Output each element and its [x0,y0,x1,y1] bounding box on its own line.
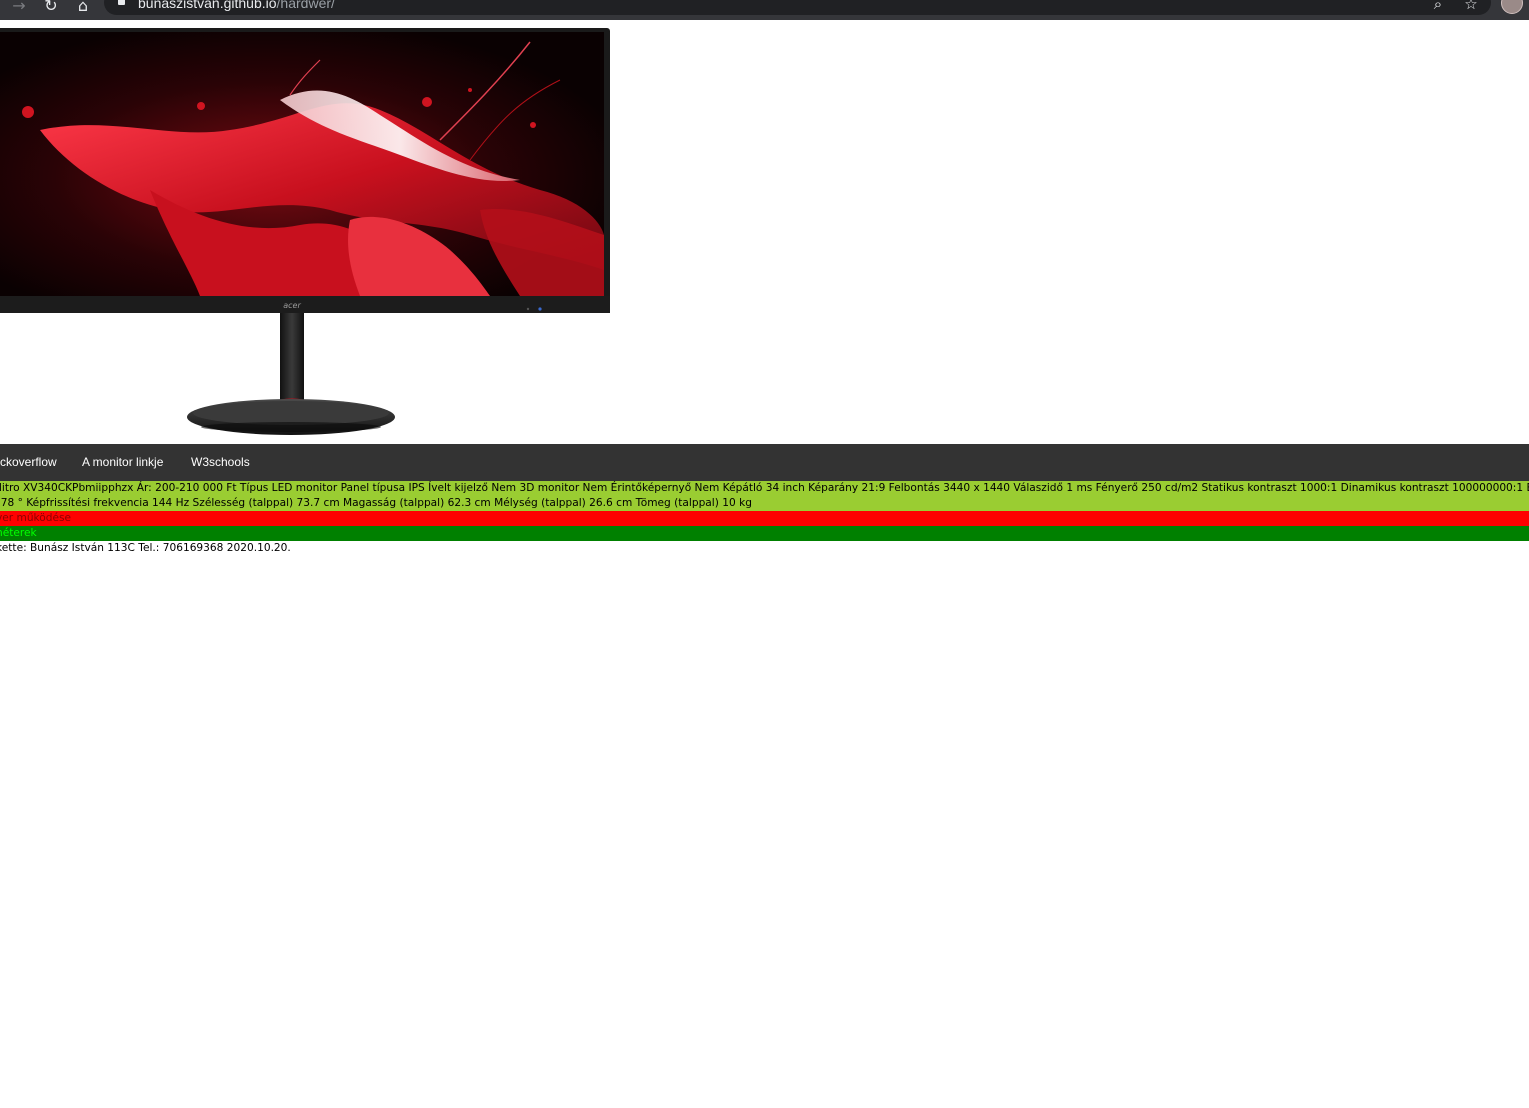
forward-icon[interactable]: → [8,0,30,16]
specs-line-2: 178 ° Képfrissítési frekvencia 144 Hz Sz… [0,497,752,509]
navbar: ckoverflow A monitor linkje W3schools [0,444,1529,481]
search-icon[interactable]: ⌕ [1428,0,1448,14]
red-section-text: ver működése [0,512,72,524]
nav-link-monitor[interactable]: A monitor linkje [82,444,163,481]
brand-logo: acer [283,301,301,310]
monitor-image: acer [0,28,610,435]
specs-line-1: Nitro XV340CKPbmiipphzx Ár: 200-210 000 … [0,482,1529,494]
red-section: ver működése [0,511,1529,526]
lock-icon[interactable] [118,0,125,5]
green-section-text: néterek [0,527,37,539]
green-section: néterek [0,526,1529,541]
specs-section: Nitro XV340CKPbmiipphzx Ár: 200-210 000 … [0,481,1529,511]
star-icon[interactable]: ☆ [1461,0,1481,14]
home-icon[interactable]: ⌂ [72,0,94,16]
url-path: /hardwer/ [276,0,335,11]
footer: kette: Bunász István 113C Tel.: 70616936… [0,541,1529,556]
url-text[interactable]: bunaszistvan.github.io/hardwer/ [138,0,335,13]
reload-icon[interactable]: ↻ [40,0,62,16]
footer-text: kette: Bunász István 113C Tel.: 70616936… [0,542,291,554]
profile-avatar[interactable] [1501,0,1523,14]
nav-link-stackoverflow[interactable]: ckoverflow [0,444,57,481]
nav-link-w3schools[interactable]: W3schools [191,444,250,481]
browser-toolbar: → ↻ ⌂ bunaszistvan.github.io/hardwer/ ⌕ … [0,0,1529,20]
url-host: bunaszistvan.github.io [138,0,277,11]
